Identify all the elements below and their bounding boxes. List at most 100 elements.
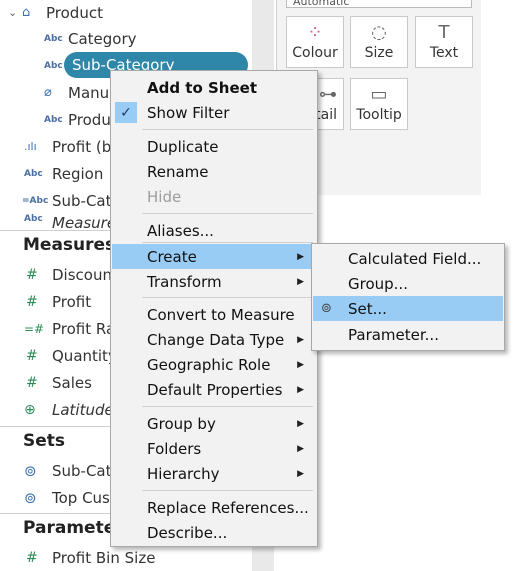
menu-change-data-type[interactable]: Change Data Type ▶: [112, 327, 316, 352]
measure-latitude[interactable]: ⊕ Latitude: [0, 397, 114, 422]
dimension-profit-bin[interactable]: .ılı Profit (b: [0, 134, 111, 159]
menu-change-data-type-label: Change Data Type: [147, 330, 285, 349]
dimension-sub-category[interactable]: Abc: [0, 53, 68, 78]
submenu-arrow-icon: ▶: [297, 468, 304, 479]
set-icon: ⊚: [24, 488, 37, 507]
abc-string-icon: Abc: [44, 33, 63, 44]
menu-geographic-role-label: Geographic Role: [147, 355, 271, 374]
text-label: Text: [429, 45, 459, 61]
menu-show-filter[interactable]: ✓ Show Filter: [112, 100, 316, 125]
number-icon: #: [26, 549, 38, 566]
menu-geographic-role[interactable]: Geographic Role ▶: [112, 352, 316, 377]
set-icon: ⊚: [24, 461, 37, 480]
menu-create-label: Create: [147, 247, 197, 266]
submenu-arrow-icon: ▶: [297, 443, 304, 454]
menu-separator: [142, 406, 313, 407]
submenu-arrow-icon: ▶: [297, 384, 304, 395]
field-label: Discoun: [52, 265, 112, 284]
menu-separator: [142, 213, 313, 214]
field-label: Region: [52, 164, 104, 183]
field-label: Category: [68, 29, 137, 48]
dimension-product-name[interactable]: Abc Produ: [0, 107, 111, 132]
submenu-arrow-icon: ▶: [297, 418, 304, 429]
dimension-measure-names[interactable]: Abc Measure: [0, 214, 116, 228]
dimension-sub-category-calc[interactable]: =Abc Sub-Cat: [0, 188, 112, 213]
field-label: Sub-Cat: [52, 191, 112, 210]
menu-show-filter-label: Show Filter: [147, 103, 230, 122]
number-icon: #: [26, 347, 38, 364]
size-icon: ◌: [371, 22, 387, 43]
size-button[interactable]: ◌ Size: [350, 16, 408, 68]
field-label: Latitude: [52, 400, 114, 419]
dimension-product[interactable]: ⌄ ⌂ Product: [0, 0, 103, 25]
measure-discount[interactable]: # Discoun: [0, 262, 112, 287]
text-button[interactable]: T Text: [415, 16, 473, 68]
field-label: Profit Ra: [52, 319, 116, 338]
menu-describe[interactable]: Describe...: [112, 520, 316, 545]
submenu-arrow-icon: ▶: [297, 276, 304, 287]
field-context-menu: Add to Sheet ✓ Show Filter Duplicate Ren…: [110, 70, 318, 547]
menu-group-by-label: Group by: [147, 414, 216, 433]
measure-profit[interactable]: # Profit: [0, 289, 91, 314]
field-label: Sales: [52, 373, 92, 392]
chevron-down-icon[interactable]: ⌄: [0, 6, 22, 19]
number-icon: #: [26, 374, 38, 391]
set-sub-category[interactable]: ⊚ Sub-Cat: [0, 458, 112, 483]
field-label: Profit: [52, 292, 92, 311]
menu-hierarchy-label: Hierarchy: [147, 464, 220, 483]
field-label: Produ: [68, 110, 111, 129]
number-icon: #: [26, 266, 38, 283]
menu-default-properties[interactable]: Default Properties ▶: [112, 377, 316, 402]
abc-string-icon: Abc: [44, 114, 63, 125]
calculated-number-icon: =#: [24, 321, 45, 336]
menu-default-properties-label: Default Properties: [147, 380, 283, 399]
submenu-arrow-icon: ▶: [297, 359, 304, 370]
menu-group-by[interactable]: Group by ▶: [112, 411, 316, 436]
colour-icon: ⁘: [307, 22, 323, 43]
menu-create[interactable]: Create ▶: [112, 244, 316, 269]
field-label: Profit (b: [52, 137, 112, 156]
detail-label: tail: [315, 107, 337, 123]
field-label: Top Cus: [52, 488, 110, 507]
field-label: Sub-Cat: [52, 461, 112, 480]
menu-folders[interactable]: Folders ▶: [112, 436, 316, 461]
tooltip-icon: ▭: [370, 84, 388, 105]
submenu-set[interactable]: ⊚ Set...: [313, 296, 503, 321]
menu-convert-to-measure[interactable]: Convert to Measure: [112, 302, 316, 327]
abc-string-icon: Abc: [24, 168, 43, 179]
menu-add-to-sheet[interactable]: Add to Sheet: [112, 75, 316, 100]
menu-aliases[interactable]: Aliases...: [112, 218, 316, 243]
submenu-group[interactable]: Group...: [313, 271, 503, 296]
checkmark-icon: ✓: [115, 102, 137, 123]
dimension-region[interactable]: Abc Region: [0, 161, 103, 186]
mark-type-dropdown[interactable]: Automatic: [286, 0, 472, 8]
submenu-calculated-field[interactable]: Calculated Field...: [313, 246, 503, 271]
menu-duplicate[interactable]: Duplicate: [112, 134, 316, 159]
dimension-manufacturer[interactable]: ⌀ Manu: [0, 80, 109, 105]
detail-icon: ⊶: [319, 84, 337, 105]
measure-sales[interactable]: # Sales: [0, 370, 92, 395]
create-submenu: Calculated Field... Group... ⊚ Set... Pa…: [311, 243, 505, 351]
text-icon: T: [438, 22, 450, 43]
field-label: Profit Bin Size: [52, 548, 156, 567]
menu-separator: [142, 242, 313, 243]
menu-hide: Hide: [147, 187, 182, 206]
field-label: Product: [46, 3, 103, 22]
parameter-profit-bin-size[interactable]: # Profit Bin Size: [0, 545, 155, 570]
field-label: Measure: [52, 214, 117, 228]
submenu-parameter[interactable]: Parameter...: [313, 322, 503, 347]
menu-replace-references[interactable]: Replace References...: [112, 495, 316, 520]
measure-quantity[interactable]: # Quantity: [0, 343, 117, 368]
number-icon: #: [26, 293, 38, 310]
menu-transform[interactable]: Transform ▶: [112, 269, 316, 294]
colour-button[interactable]: ⁘ Colour: [286, 16, 344, 68]
dimension-category[interactable]: Abc Category: [0, 26, 137, 51]
menu-hierarchy[interactable]: Hierarchy ▶: [112, 461, 316, 486]
menu-separator: [142, 490, 313, 491]
tooltip-button[interactable]: ▭ Tooltip: [350, 78, 408, 130]
globe-icon: ⊕: [24, 401, 36, 418]
set-icon: ⊚: [321, 301, 332, 316]
measure-profit-ratio[interactable]: =# Profit Ra: [0, 316, 115, 341]
set-top-customers[interactable]: ⊚ Top Cus: [0, 485, 110, 510]
menu-rename[interactable]: Rename: [112, 159, 316, 184]
